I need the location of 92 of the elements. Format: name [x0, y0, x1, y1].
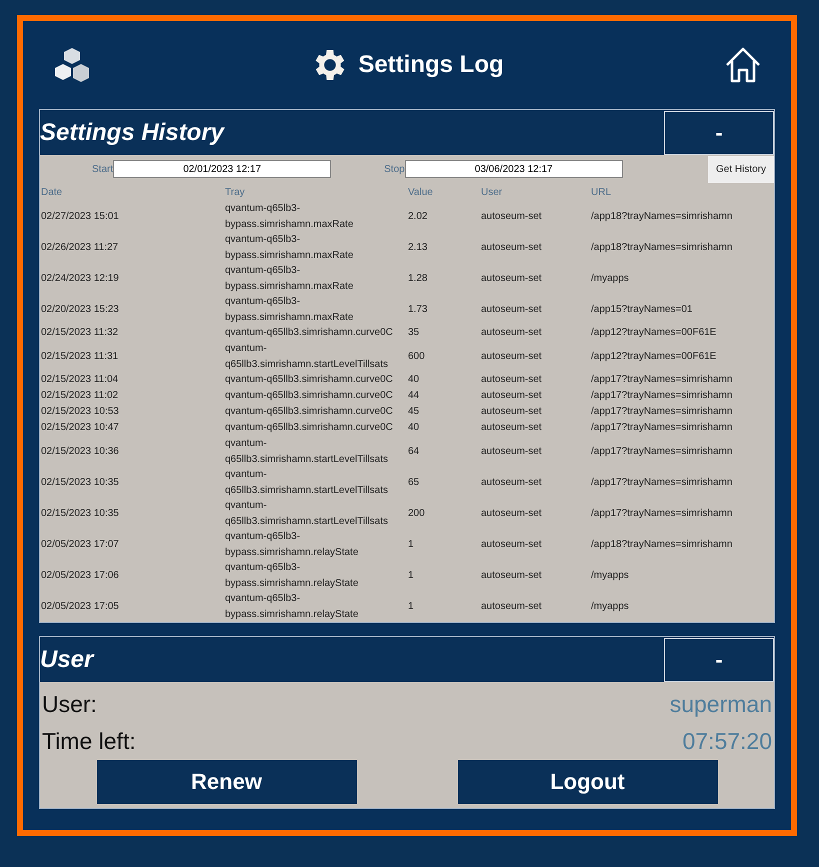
- table-cell: /app17?trayNames=simrishamn: [591, 406, 732, 418]
- table-cell: /app17?trayNames=simrishamn: [591, 390, 732, 402]
- table-cell: /app15?trayNames=01: [591, 304, 692, 315]
- section-title: User: [40, 646, 94, 674]
- table-cell: autoseum-set: [481, 446, 542, 457]
- table-cell: 02/05/2023 17:06: [41, 570, 119, 581]
- table-cell: 02/15/2023 11:31: [41, 350, 118, 362]
- table-cell: /myapps: [591, 600, 629, 612]
- table-cell: 45: [408, 406, 420, 418]
- table-cell: autoseum-set: [481, 390, 542, 402]
- table-cell: autoseum-set: [481, 476, 542, 488]
- table-cell: /app18?trayNames=simrishamn: [591, 538, 732, 550]
- start-date-field[interactable]: 02/01/2023 12:17: [113, 160, 332, 178]
- table-cell: 02/24/2023 12:19: [41, 272, 119, 284]
- table-cell: 02/15/2023 11:04: [41, 374, 118, 386]
- start-label: Start: [92, 164, 114, 174]
- field-label: Time left:: [42, 728, 136, 755]
- table-cell: 02/15/2023 10:35: [41, 476, 119, 488]
- table-cell: /myapps: [591, 272, 629, 284]
- table-cell: /app17?trayNames=simrishamn: [591, 446, 732, 457]
- table-cell: autoseum-set: [481, 570, 542, 581]
- table-cell: 02/27/2023 15:01: [41, 210, 119, 222]
- table-cell: 44: [408, 390, 420, 402]
- table-cell: 2.02: [408, 210, 428, 222]
- table-cell: autoseum-set: [481, 508, 542, 519]
- table-cell: autoseum-set: [481, 374, 542, 386]
- table-cell: /myapps: [591, 570, 629, 581]
- table-cell: autoseum-set: [481, 422, 542, 434]
- table-cell: /app12?trayNames=00F61E: [591, 350, 716, 362]
- table-cell: 2.13: [408, 242, 428, 253]
- table-cell: 64: [408, 446, 420, 457]
- table-cell: 02/15/2023 10:35: [41, 508, 119, 519]
- column-header: Tray: [225, 186, 245, 198]
- table-cell: autoseum-set: [481, 406, 542, 418]
- table-cell: qvantum-q65llb3.simrishamn.curve0C: [225, 406, 393, 418]
- table-cell: 40: [408, 374, 420, 386]
- stop-date-field[interactable]: 03/06/2023 12:17: [404, 160, 623, 178]
- table-cell: 02/15/2023 10:53: [41, 406, 119, 418]
- stop-label: Stop: [384, 164, 405, 174]
- table-cell: 02/15/2023 11:32: [41, 327, 118, 338]
- column-header: URL: [591, 186, 612, 198]
- table-cell: 35: [408, 327, 420, 338]
- collapse-button[interactable]: -: [664, 110, 774, 154]
- field-value: superman: [670, 691, 772, 718]
- table-cell: 1: [408, 538, 414, 550]
- table-cell: autoseum-set: [481, 210, 542, 222]
- table-cell: 1.28: [408, 272, 428, 284]
- collapse-button[interactable]: -: [664, 638, 774, 682]
- table-cell: 02/15/2023 10:36: [41, 446, 119, 457]
- table-cell: 600: [408, 350, 425, 362]
- table-cell: autoseum-set: [481, 600, 542, 612]
- table-cell: 02/20/2023 15:23: [41, 304, 119, 315]
- renew-button[interactable]: Renew: [96, 760, 356, 804]
- column-header: Date: [41, 186, 62, 198]
- table-cell: qvantum-q65llb3.simrishamn.curve0C: [225, 327, 393, 338]
- table-cell: /app17?trayNames=simrishamn: [591, 422, 732, 434]
- table-cell: 1: [408, 600, 414, 612]
- table-cell: qvantum-q65llb3.simrishamn.curve0C: [225, 422, 393, 434]
- table-cell: 02/05/2023 17:07: [41, 538, 119, 550]
- table-cell: /app17?trayNames=simrishamn: [591, 476, 732, 488]
- table-cell: 02/05/2023 17:05: [41, 600, 119, 612]
- field-value: 07:57:20: [682, 728, 772, 755]
- table-cell: 02/15/2023 10:47: [41, 422, 119, 434]
- table-cell: /app12?trayNames=00F61E: [591, 327, 716, 338]
- table-cell: 02/15/2023 11:02: [41, 390, 118, 402]
- table-cell: 40: [408, 422, 420, 434]
- section-title: Settings History: [40, 118, 224, 146]
- table-cell: 200: [408, 508, 425, 519]
- table-cell: autoseum-set: [481, 327, 542, 338]
- table-cell: autoseum-set: [481, 350, 542, 362]
- logout-button[interactable]: Logout: [458, 760, 718, 804]
- table-cell: autoseum-set: [481, 304, 542, 315]
- column-header: User: [481, 186, 502, 198]
- get-history-button[interactable]: Get History: [708, 156, 774, 182]
- table-cell: 65: [408, 476, 420, 488]
- page-title: Settings Log: [358, 51, 504, 79]
- field-label: User:: [42, 691, 97, 718]
- table-cell: /app17?trayNames=simrishamn: [591, 374, 732, 386]
- table-cell: 02/26/2023 11:27: [41, 242, 118, 253]
- table-cell: autoseum-set: [481, 538, 542, 550]
- column-header: Value: [408, 186, 433, 198]
- table-cell: /app18?trayNames=simrishamn: [591, 210, 732, 222]
- table-cell: /app18?trayNames=simrishamn: [591, 242, 732, 253]
- table-cell: qvantum-q65llb3.simrishamn.curve0C: [225, 374, 393, 386]
- table-cell: /app17?trayNames=simrishamn: [591, 508, 732, 519]
- table-cell: autoseum-set: [481, 242, 542, 253]
- table-cell: qvantum-q65llb3.simrishamn.curve0C: [225, 390, 393, 402]
- table-cell: qvantum-q65lb3-bypass.simrishamn.relayState: [225, 593, 358, 620]
- table-cell: 1: [408, 570, 414, 581]
- table-cell: autoseum-set: [481, 272, 542, 284]
- table-cell: 1.73: [408, 304, 428, 315]
- cubes-logo-icon: [53, 46, 91, 84]
